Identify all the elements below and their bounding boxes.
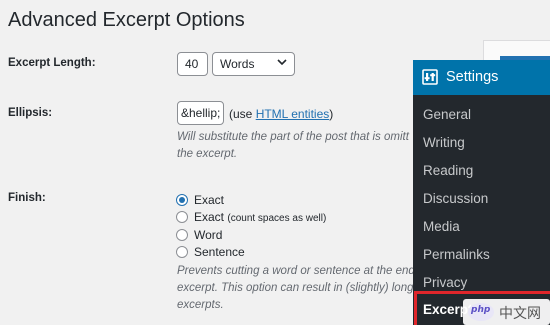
settings-menu-title: Settings <box>446 69 499 85</box>
watermark-logo-text: php <box>471 305 491 315</box>
ellipsis-input[interactable]: &hellip; <box>177 101 224 125</box>
finish-help-line: Prevents cutting a word or sentence at t… <box>177 265 415 277</box>
watermark: php 中文网 <box>463 299 550 325</box>
radio-button-checked[interactable] <box>176 194 188 206</box>
settings-menu-header[interactable]: Settings <box>413 60 550 95</box>
ellipsis-help-line: Will substitute the part of the post tha… <box>177 131 409 143</box>
excerpt-unit-select[interactable]: Words <box>212 52 295 76</box>
finish-option-exact[interactable]: Exact <box>176 193 224 209</box>
menu-item-privacy[interactable]: Privacy <box>423 275 467 290</box>
excerpt-unit-value: Words <box>220 57 255 71</box>
finish-option-word[interactable]: Word <box>176 228 222 244</box>
finish-help-line: excerpts. <box>177 299 224 311</box>
menu-item-permalinks[interactable]: Permalinks <box>423 247 490 262</box>
chevron-down-icon <box>277 59 287 66</box>
finish-help-line: excerpt. This option can result in (slig… <box>177 282 414 294</box>
finish-option-label: Exact <box>194 210 225 224</box>
finish-label: Finish: <box>8 192 46 204</box>
settings-icon <box>422 69 438 85</box>
finish-option-label: Sentence <box>194 245 245 259</box>
finish-option-exact-spaces[interactable]: Exact (count spaces as well) <box>176 210 326 226</box>
menu-item-writing[interactable]: Writing <box>423 135 465 150</box>
settings-menu: Settings General Writing Reading Discuss… <box>413 60 550 325</box>
menu-item-general[interactable]: General <box>423 107 471 122</box>
ellipsis-label: Ellipsis: <box>8 107 53 119</box>
watermark-text: 中文网 <box>499 305 541 321</box>
radio-button[interactable] <box>176 229 188 241</box>
ellipsis-hint: (use HTML entities) <box>229 107 333 121</box>
finish-option-note: (count spaces as well) <box>227 213 327 224</box>
ellipsis-help-line: the excerpt. <box>177 148 238 160</box>
finish-option-sentence[interactable]: Sentence <box>176 245 245 261</box>
menu-item-media[interactable]: Media <box>423 219 460 234</box>
radio-button[interactable] <box>176 246 188 258</box>
html-entities-link[interactable]: HTML entities <box>256 107 330 121</box>
excerpt-length-label: Excerpt Length: <box>8 57 96 69</box>
finish-option-label: Word <box>194 228 223 242</box>
menu-item-discussion[interactable]: Discussion <box>423 191 488 206</box>
ellipsis-help-text: Will substitute the part of the post tha… <box>177 129 409 163</box>
excerpt-length-input[interactable]: 40 <box>177 52 208 76</box>
ellipsis-hint-suffix: ) <box>329 107 334 121</box>
page-title: Advanced Excerpt Options <box>8 9 245 31</box>
radio-button[interactable] <box>176 211 188 223</box>
ellipsis-hint-prefix: (use <box>229 107 256 121</box>
menu-item-reading[interactable]: Reading <box>423 163 473 178</box>
finish-help-text: Prevents cutting a word or sentence at t… <box>177 263 415 314</box>
finish-option-label: Exact <box>194 193 225 207</box>
